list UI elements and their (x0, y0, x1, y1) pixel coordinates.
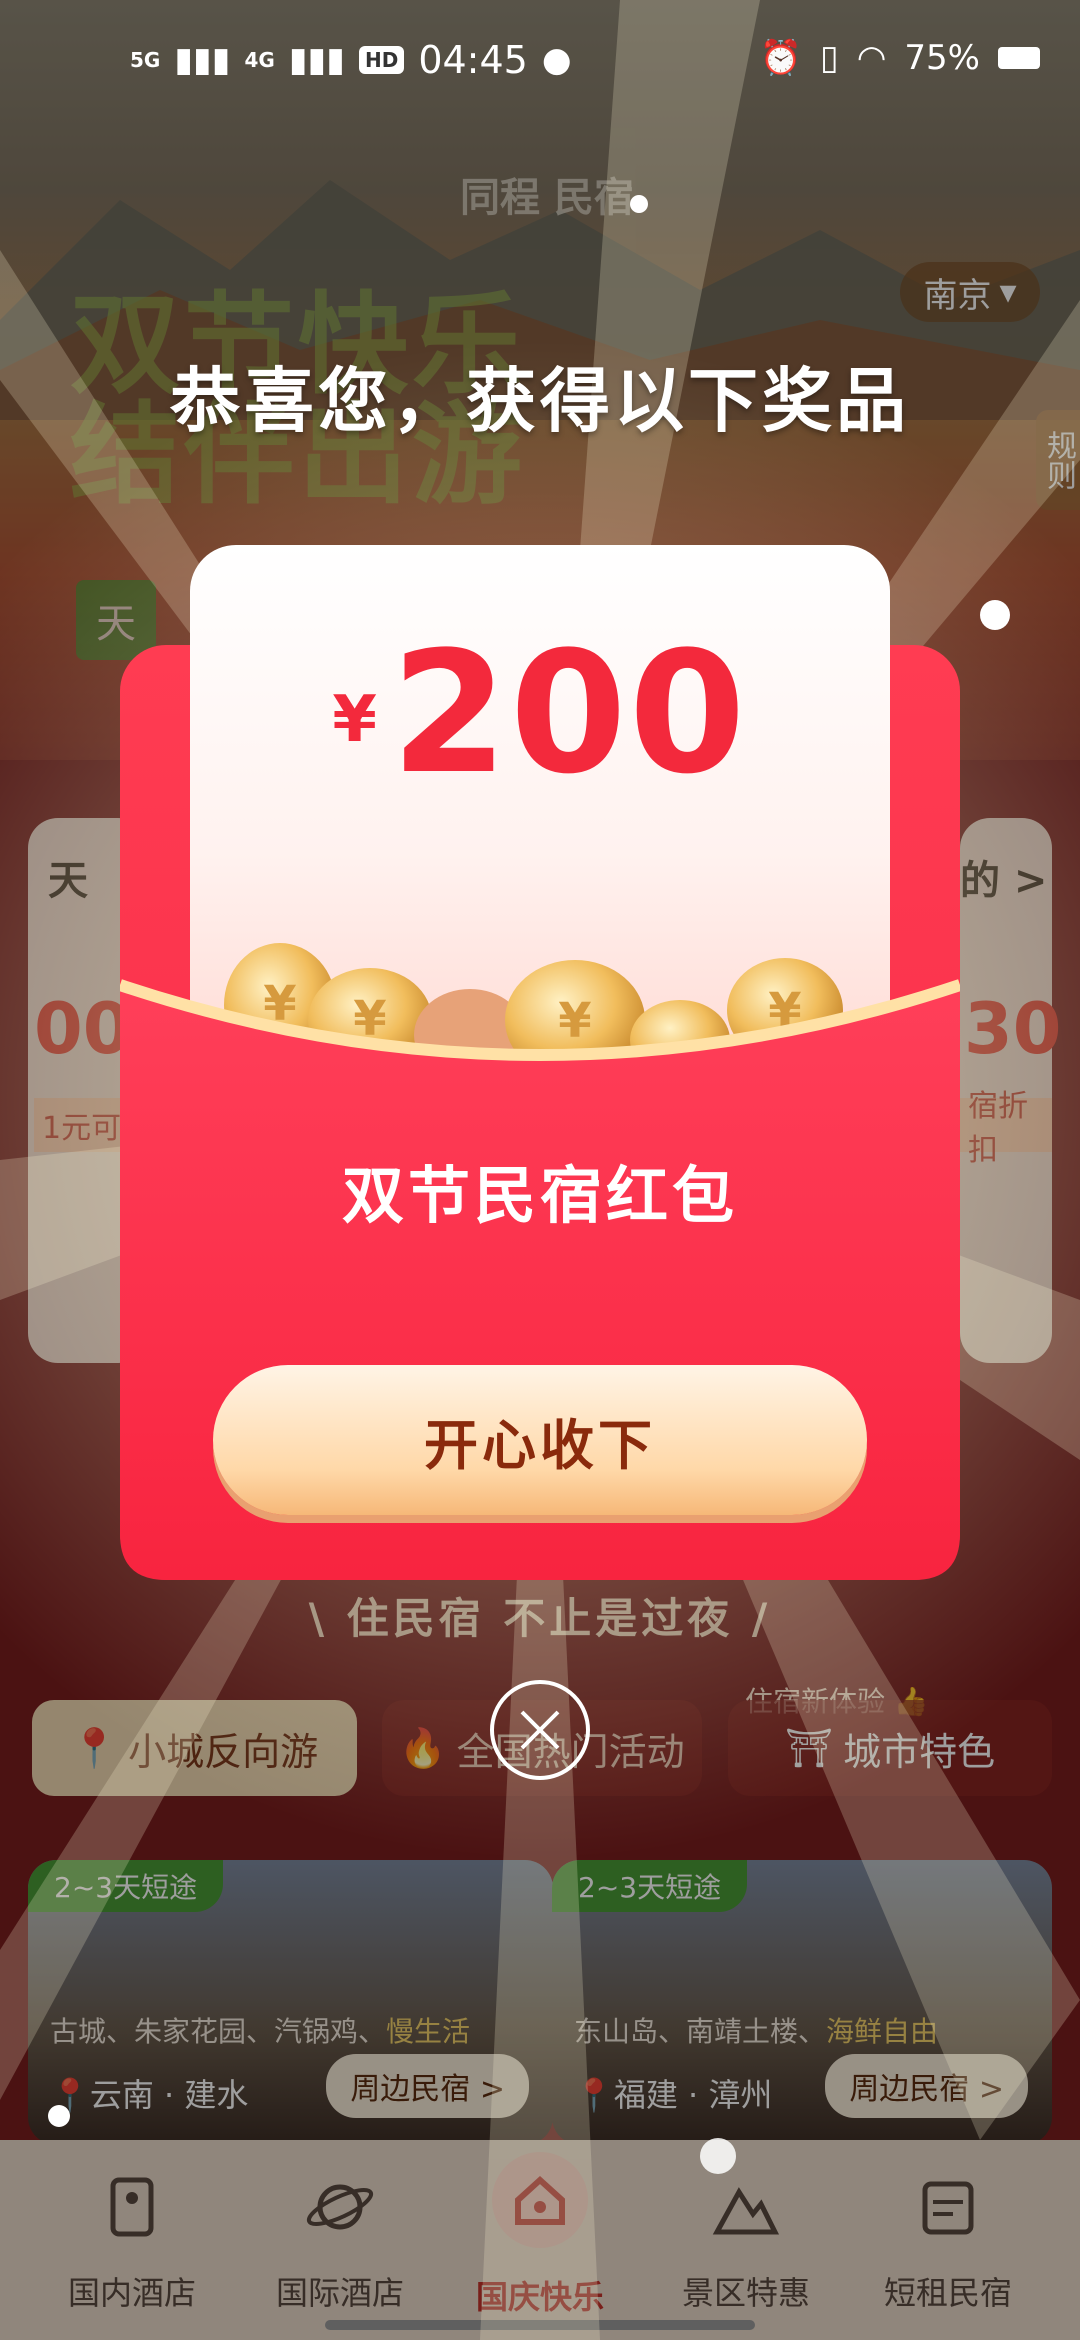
prize-amount: ¥200 (120, 615, 960, 811)
close-button[interactable] (490, 1680, 590, 1780)
alarm-icon: ⏰ (759, 38, 803, 78)
accept-button[interactable]: 开心收下 (213, 1365, 867, 1515)
sparkle (630, 195, 648, 213)
battery-icon (998, 47, 1040, 69)
signal-5g: 5G (130, 48, 161, 72)
signal-bars-icon: ▮▮▮ (288, 40, 345, 80)
close-icon (520, 1710, 560, 1750)
battery-percent: 75% (904, 38, 980, 78)
signal-4g: 4G (244, 48, 275, 72)
sparkle (48, 2105, 70, 2127)
red-packet-modal: ¥200 ¥ ¥ ¥ ¥ 双节民宿红包 开心收下 (120, 545, 960, 1580)
congrats-title: 恭喜您，获得以下奖品 (170, 360, 910, 442)
clock: 04:45 (418, 38, 528, 82)
vibrate-icon: ▯ (820, 38, 839, 78)
currency-symbol: ¥ (332, 683, 377, 757)
sparkle (980, 600, 1010, 630)
hd-badge: HD (358, 46, 405, 74)
sparkle (700, 2138, 736, 2174)
amount-value: 200 (390, 615, 748, 811)
packet-name: 双节民宿红包 (341, 1159, 738, 1232)
message-icon: ● (541, 40, 572, 80)
status-bar: 5G ▮▮▮ 4G ▮▮▮ HD 04:45 ● ⏰ ▯ ◠ 75% (0, 0, 1080, 120)
wifi-icon: ◠ (856, 38, 887, 78)
signal-bars-icon: ▮▮▮ (174, 40, 231, 80)
